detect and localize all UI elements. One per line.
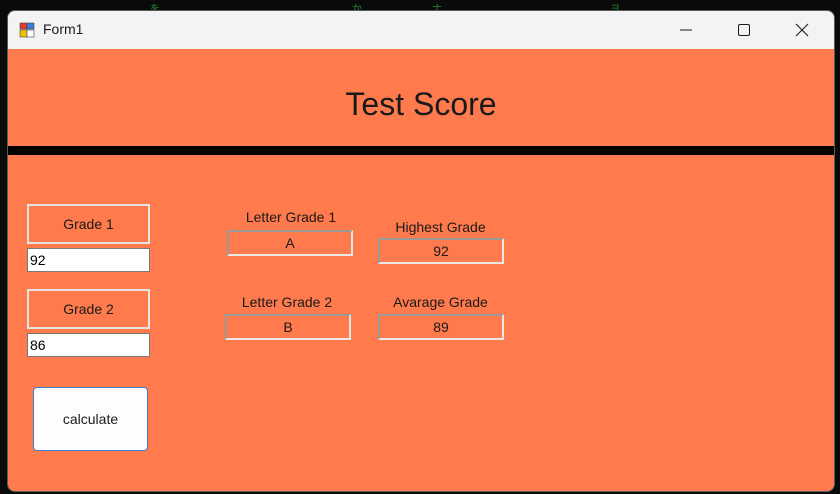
letter-grade1-label: Letter Grade 1 <box>245 209 337 225</box>
highest-grade-output: 92 <box>378 238 504 264</box>
page-title: Test Score <box>345 86 497 122</box>
highest-grade-label: Highest Grade <box>395 219 486 235</box>
window-title: Form1 <box>43 21 84 37</box>
app-window: Form1 Test Score Grade 1 92 Grade 2 86 c… <box>7 10 835 492</box>
close-icon <box>795 23 809 37</box>
header-banner: Test Score <box>8 49 834 146</box>
app-icon <box>19 22 35 38</box>
average-grade-label: Avarage Grade <box>393 294 488 310</box>
maximize-icon <box>738 24 750 36</box>
letter-grade2-label: Letter Grade 2 <box>241 294 333 310</box>
letter-grade1-output: A <box>227 230 353 256</box>
grade2-label: Grade 2 <box>27 289 150 329</box>
grade1-input[interactable]: 92 <box>27 248 150 272</box>
title-bar[interactable]: Form1 <box>8 11 834 49</box>
header-divider <box>8 146 834 155</box>
letter-grade2-output: B <box>225 314 351 340</box>
calculate-button[interactable]: calculate <box>33 387 148 451</box>
grade1-label: Grade 1 <box>27 204 150 244</box>
average-grade-output: 89 <box>378 314 504 340</box>
grade2-input[interactable]: 86 <box>27 333 150 357</box>
minimize-icon <box>680 29 692 31</box>
minimize-button[interactable] <box>657 11 715 49</box>
close-button[interactable] <box>773 11 831 49</box>
maximize-button[interactable] <box>715 11 773 49</box>
